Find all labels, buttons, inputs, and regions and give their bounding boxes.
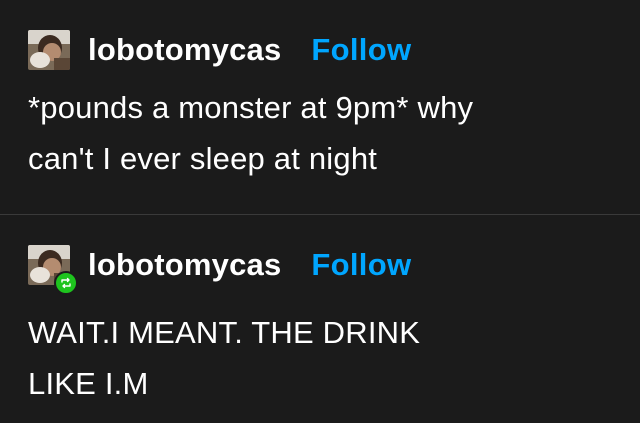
avatar[interactable] <box>28 245 78 295</box>
post-text-line: can't I ever sleep at night <box>28 141 378 176</box>
avatar[interactable] <box>28 30 70 70</box>
follow-button[interactable]: Follow <box>311 247 411 283</box>
post-text-line: LIKE I.M <box>28 366 149 401</box>
username[interactable]: lobotomycas <box>88 247 281 283</box>
post-text-line: *pounds a monster at 9pm* why <box>28 90 474 125</box>
reblog-icon <box>54 271 78 295</box>
post-header: lobotomycas Follow <box>28 28 411 72</box>
post-text-line: WAIT.I MEANT. THE DRINK <box>28 315 421 350</box>
post: lobotomycas Follow WAIT.I MEANT. THE DRI… <box>0 215 640 423</box>
post: lobotomycas Follow *pounds a monster at … <box>0 0 640 214</box>
post-body: WAIT.I MEANT. THE DRINK LIKE I.M <box>28 307 618 409</box>
follow-button[interactable]: Follow <box>311 32 411 68</box>
username[interactable]: lobotomycas <box>88 32 281 68</box>
avatar-photo-icon <box>28 30 70 70</box>
post-header: lobotomycas Follow <box>28 243 411 295</box>
post-body: *pounds a monster at 9pm* why can't I ev… <box>28 82 618 184</box>
